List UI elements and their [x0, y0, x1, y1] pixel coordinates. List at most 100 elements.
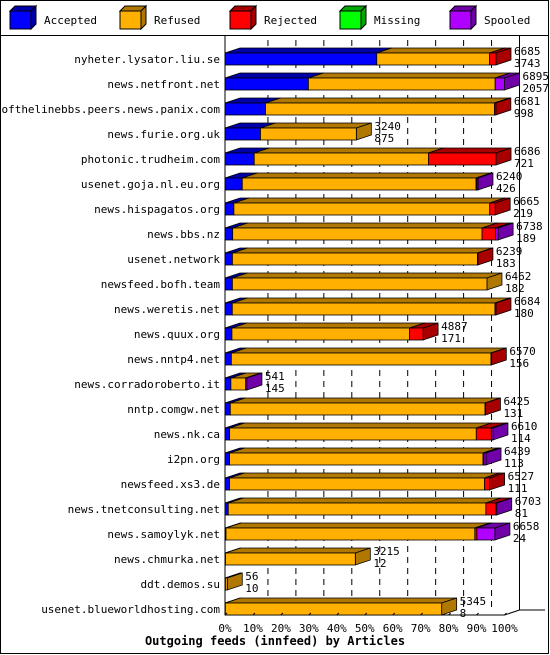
bar-accepted-label: 2057 — [523, 82, 550, 95]
bar-segment-refused-top — [229, 422, 492, 429]
bar-segment-accepted — [224, 427, 231, 441]
row-label: nntp.comgw.net — [127, 403, 220, 416]
bar-segment-rejected — [485, 502, 497, 516]
row-label: news.nntp4.net — [127, 353, 220, 366]
bar-segment-spooled — [476, 177, 479, 191]
bar-segment-refused-top — [308, 72, 511, 79]
bar-accepted-label: 114 — [511, 432, 531, 445]
row-label: news.chmurka.net — [114, 553, 220, 566]
bar-segment-accepted — [224, 152, 255, 166]
row-label: usenet.network — [127, 253, 220, 266]
bar-segment-accepted-top — [224, 47, 392, 54]
bar-segment-rejected — [484, 477, 490, 491]
bar-segment-accepted — [224, 452, 230, 466]
bar-segment-refused — [233, 202, 491, 216]
bar-segment-accepted — [224, 227, 234, 241]
bar-segment-rejected — [494, 102, 497, 116]
bar-accepted-label: 875 — [374, 132, 394, 145]
bar-segment-accepted — [224, 102, 266, 116]
row-label: i2pn.org — [167, 453, 220, 466]
bar-segment-spooled — [495, 227, 499, 241]
legend-label-refused: Refused — [154, 14, 200, 27]
row-label: endofthelinebbs.peers.news.panix.com — [0, 103, 220, 116]
bar-segment-refused — [260, 127, 357, 141]
bar-segment-accepted — [224, 202, 235, 216]
bar-accepted-label: 111 — [508, 482, 528, 495]
row-label: news.weretis.net — [114, 303, 220, 316]
bar-accepted-label: 180 — [514, 307, 534, 320]
row-label: newsfeed.xs3.de — [121, 478, 220, 491]
bar-segment-refused — [265, 102, 495, 116]
bar-segment-refused-top — [232, 222, 498, 229]
bar-segment-refused-top — [231, 322, 425, 329]
bar-segment-refused — [253, 152, 429, 166]
chart-title: Outgoing feeds (innfeed) by Articles — [145, 634, 405, 648]
bar-accepted-label: 10 — [245, 582, 258, 595]
bar-segment-refused — [376, 52, 491, 66]
legend-swatch-refused — [119, 10, 142, 30]
bar-accepted-label: 156 — [509, 357, 529, 370]
bar-accepted-label: 8 — [460, 607, 467, 620]
bar-segment-refused-top — [225, 547, 371, 554]
row-label: usenet.goja.nl.eu.org — [81, 178, 220, 191]
bar-segment-accepted — [224, 327, 233, 341]
bar-segment-refused — [230, 352, 492, 366]
bar-accepted-label: 24 — [513, 532, 527, 545]
bar-accepted-label: 998 — [514, 107, 534, 120]
bar-segment-refused-top — [229, 447, 499, 454]
bar-segment-refused-top — [232, 297, 511, 304]
bar-segment-rejected — [481, 227, 497, 241]
x-tick-label: 70% — [411, 622, 431, 635]
bar-segment-accepted — [224, 177, 243, 191]
bar-segment-spooled — [490, 427, 494, 441]
bar-segment-accepted — [224, 502, 229, 516]
bar-accepted-label: 113 — [504, 457, 524, 470]
bar-accepted-label: 189 — [516, 232, 536, 245]
bar-segment-spooled — [495, 502, 498, 516]
row-label: newsfeed.bofh.team — [101, 278, 221, 291]
bar-segment-accepted — [224, 402, 231, 416]
bar-segment-accepted — [224, 302, 233, 316]
bar-accepted-label: 426 — [496, 182, 516, 195]
bar-segment-rejected — [475, 427, 492, 441]
bar-segment-refused — [229, 427, 477, 441]
legend-swatch-rejected — [229, 10, 252, 30]
bar-segment-refused-top — [232, 272, 503, 279]
bar-segment-rejected — [428, 152, 497, 166]
bar-accepted-label: 721 — [514, 157, 534, 170]
bar-segment-refused-top — [228, 497, 501, 504]
bar-segment-rejected — [489, 202, 496, 216]
row-label: news.furie.org.uk — [107, 128, 220, 141]
row-label: photonic.trudheim.com — [81, 153, 220, 166]
bar-segment-spooled — [494, 77, 505, 91]
bar-segment-refused — [230, 377, 247, 391]
bar-segment-accepted — [224, 127, 261, 141]
bar-segment-refused — [229, 452, 484, 466]
row-label: news.tnetconsulting.net — [68, 503, 220, 516]
bar-segment-spooled — [483, 452, 487, 466]
bar-segment-refused-top — [229, 472, 500, 479]
bar-segment-refused-top — [232, 247, 493, 254]
row-label: ddt.demos.su — [141, 578, 220, 591]
legend-label-spooled: Spooled — [484, 14, 530, 27]
x-tick-label: 100% — [491, 622, 518, 635]
bar-segment-accepted — [224, 377, 232, 391]
bar-segment-refused — [232, 227, 483, 241]
bar-segment-accepted — [224, 477, 230, 491]
bar-segment-refused — [225, 527, 476, 541]
row-label: news.quux.org — [134, 328, 220, 341]
bar-segment-refused — [241, 177, 477, 191]
bar-segment-refused-top — [225, 522, 490, 529]
bar-segment-refused-top — [225, 597, 457, 604]
bar-segment-refused — [231, 327, 411, 341]
row-label: news.bbs.nz — [147, 228, 220, 241]
bar-segment-refused-top — [254, 147, 444, 154]
bar-accepted-label: 3743 — [514, 57, 541, 70]
bar-segment-refused — [232, 252, 478, 266]
bar-segment-refused-top — [233, 197, 505, 204]
row-label: news.corradoroberto.it — [74, 378, 220, 391]
bar-segment-refused — [227, 502, 487, 516]
bar-segment-refused — [229, 402, 486, 416]
bar-segment-rejected — [409, 327, 424, 341]
legend-label-accepted: Accepted — [44, 14, 97, 27]
